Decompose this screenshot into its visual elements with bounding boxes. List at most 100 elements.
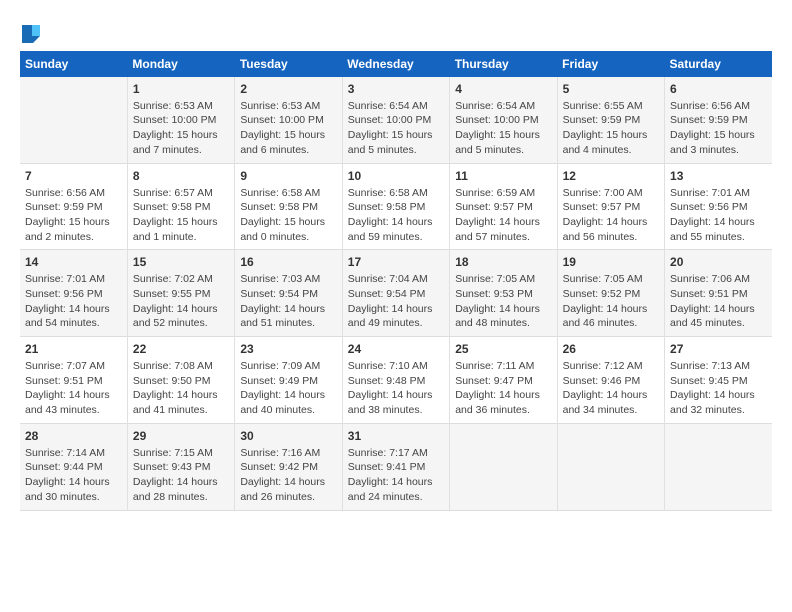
calendar-cell: 28 Sunrise: 7:14 AM Sunset: 9:44 PM Dayli… — [20, 423, 127, 510]
calendar-header-wednesday: Wednesday — [342, 51, 449, 77]
day-number: 23 — [240, 342, 336, 356]
day-info: Sunrise: 7:01 AM Sunset: 9:56 PM Dayligh… — [25, 272, 122, 331]
calendar-cell — [450, 423, 557, 510]
calendar-cell: 3 Sunrise: 6:54 AM Sunset: 10:00 PM Dayli… — [342, 77, 449, 163]
calendar-cell: 9 Sunrise: 6:58 AM Sunset: 9:58 PM Daylig… — [235, 163, 342, 250]
day-info: Sunrise: 7:14 AM Sunset: 9:44 PM Dayligh… — [25, 446, 122, 505]
day-number: 8 — [133, 169, 229, 183]
calendar-cell: 6 Sunrise: 6:56 AM Sunset: 9:59 PM Daylig… — [665, 77, 772, 163]
day-number: 10 — [348, 169, 444, 183]
day-number: 4 — [455, 82, 551, 96]
day-number: 3 — [348, 82, 444, 96]
calendar-cell: 7 Sunrise: 6:56 AM Sunset: 9:59 PM Daylig… — [20, 163, 127, 250]
day-info: Sunrise: 7:00 AM Sunset: 9:57 PM Dayligh… — [563, 186, 659, 245]
day-info: Sunrise: 7:13 AM Sunset: 9:45 PM Dayligh… — [670, 359, 767, 418]
calendar-cell: 11 Sunrise: 6:59 AM Sunset: 9:57 PM Dayli… — [450, 163, 557, 250]
day-number: 26 — [563, 342, 659, 356]
day-info: Sunrise: 7:09 AM Sunset: 9:49 PM Dayligh… — [240, 359, 336, 418]
day-info: Sunrise: 7:05 AM Sunset: 9:52 PM Dayligh… — [563, 272, 659, 331]
day-info: Sunrise: 7:01 AM Sunset: 9:56 PM Dayligh… — [670, 186, 767, 245]
calendar-header-friday: Friday — [557, 51, 664, 77]
calendar-cell: 23 Sunrise: 7:09 AM Sunset: 9:49 PM Dayli… — [235, 337, 342, 424]
day-number: 29 — [133, 429, 229, 443]
calendar-cell: 19 Sunrise: 7:05 AM Sunset: 9:52 PM Dayli… — [557, 250, 664, 337]
calendar-cell: 8 Sunrise: 6:57 AM Sunset: 9:58 PM Daylig… — [127, 163, 234, 250]
day-info: Sunrise: 7:16 AM Sunset: 9:42 PM Dayligh… — [240, 446, 336, 505]
calendar-cell: 18Sunrise: 7:05 AM Sunset: 9:53 PM Dayli… — [450, 250, 557, 337]
day-number: 12 — [563, 169, 659, 183]
calendar-cell: 14 Sunrise: 7:01 AM Sunset: 9:56 PM Dayli… — [20, 250, 127, 337]
day-info: Sunrise: 6:53 AM Sunset: 10:00 PM Daylig… — [240, 99, 336, 158]
logo — [20, 20, 40, 43]
calendar-cell: 27 Sunrise: 7:13 AM Sunset: 9:45 PM Dayli… — [665, 337, 772, 424]
day-number: 7 — [25, 169, 122, 183]
day-info: Sunrise: 6:56 AM Sunset: 9:59 PM Dayligh… — [670, 99, 767, 158]
day-number: 15 — [133, 255, 229, 269]
calendar-cell: 2 Sunrise: 6:53 AM Sunset: 10:00 PM Dayli… — [235, 77, 342, 163]
day-info: Sunrise: 6:57 AM Sunset: 9:58 PM Dayligh… — [133, 186, 229, 245]
day-info: Sunrise: 7:07 AM Sunset: 9:51 PM Dayligh… — [25, 359, 122, 418]
calendar-cell: 24 Sunrise: 7:10 AM Sunset: 9:48 PM Dayli… — [342, 337, 449, 424]
calendar-cell: 4 Sunrise: 6:54 AM Sunset: 10:00 PM Dayli… — [450, 77, 557, 163]
day-number: 11 — [455, 169, 551, 183]
calendar-header-monday: Monday — [127, 51, 234, 77]
day-number: 14 — [25, 255, 122, 269]
day-info: Sunrise: 6:56 AM Sunset: 9:59 PM Dayligh… — [25, 186, 122, 245]
day-info: Sunrise: 6:59 AM Sunset: 9:57 PM Dayligh… — [455, 186, 551, 245]
calendar-cell: 16Sunrise: 7:03 AM Sunset: 9:54 PM Dayli… — [235, 250, 342, 337]
calendar-week-row: 28 Sunrise: 7:14 AM Sunset: 9:44 PM Dayli… — [20, 423, 772, 510]
day-info: Sunrise: 7:06 AM Sunset: 9:51 PM Dayligh… — [670, 272, 767, 331]
day-number: 31 — [348, 429, 444, 443]
day-number: 28 — [25, 429, 122, 443]
calendar-cell — [665, 423, 772, 510]
day-info: Sunrise: 7:17 AM Sunset: 9:41 PM Dayligh… — [348, 446, 444, 505]
calendar-cell: 26 Sunrise: 7:12 AM Sunset: 9:46 PM Dayli… — [557, 337, 664, 424]
calendar-cell: 21Sunrise: 7:07 AM Sunset: 9:51 PM Dayli… — [20, 337, 127, 424]
calendar-cell: 13Sunrise: 7:01 AM Sunset: 9:56 PM Dayli… — [665, 163, 772, 250]
calendar-cell — [20, 77, 127, 163]
day-info: Sunrise: 7:10 AM Sunset: 9:48 PM Dayligh… — [348, 359, 444, 418]
calendar-cell: 5 Sunrise: 6:55 AM Sunset: 9:59 PM Daylig… — [557, 77, 664, 163]
calendar-cell: 17Sunrise: 7:04 AM Sunset: 9:54 PM Dayli… — [342, 250, 449, 337]
day-number: 6 — [670, 82, 767, 96]
calendar-header-sunday: Sunday — [20, 51, 127, 77]
calendar-table: SundayMondayTuesdayWednesdayThursdayFrid… — [20, 51, 772, 511]
day-number: 2 — [240, 82, 336, 96]
calendar-header-tuesday: Tuesday — [235, 51, 342, 77]
page-header — [20, 20, 772, 43]
day-info: Sunrise: 6:58 AM Sunset: 9:58 PM Dayligh… — [348, 186, 444, 245]
day-number: 24 — [348, 342, 444, 356]
day-info: Sunrise: 6:55 AM Sunset: 9:59 PM Dayligh… — [563, 99, 659, 158]
day-number: 16 — [240, 255, 336, 269]
calendar-cell: 10 Sunrise: 6:58 AM Sunset: 9:58 PM Dayli… — [342, 163, 449, 250]
day-info: Sunrise: 6:54 AM Sunset: 10:00 PM Daylig… — [348, 99, 444, 158]
calendar-cell: 12 Sunrise: 7:00 AM Sunset: 9:57 PM Dayli… — [557, 163, 664, 250]
logo-icon — [22, 25, 40, 43]
day-info: Sunrise: 7:02 AM Sunset: 9:55 PM Dayligh… — [133, 272, 229, 331]
day-info: Sunrise: 6:54 AM Sunset: 10:00 PM Daylig… — [455, 99, 551, 158]
calendar-cell: 22Sunrise: 7:08 AM Sunset: 9:50 PM Dayli… — [127, 337, 234, 424]
day-number: 19 — [563, 255, 659, 269]
day-info: Sunrise: 7:15 AM Sunset: 9:43 PM Dayligh… — [133, 446, 229, 505]
calendar-cell — [557, 423, 664, 510]
day-info: Sunrise: 7:11 AM Sunset: 9:47 PM Dayligh… — [455, 359, 551, 418]
calendar-cell: 1Sunrise: 6:53 AM Sunset: 10:00 PM Dayli… — [127, 77, 234, 163]
calendar-cell: 30 Sunrise: 7:16 AM Sunset: 9:42 PM Dayli… — [235, 423, 342, 510]
day-number: 27 — [670, 342, 767, 356]
calendar-week-row: 21Sunrise: 7:07 AM Sunset: 9:51 PM Dayli… — [20, 337, 772, 424]
day-info: Sunrise: 7:12 AM Sunset: 9:46 PM Dayligh… — [563, 359, 659, 418]
day-number: 9 — [240, 169, 336, 183]
calendar-header-saturday: Saturday — [665, 51, 772, 77]
day-number: 30 — [240, 429, 336, 443]
day-number: 22 — [133, 342, 229, 356]
calendar-week-row: 7 Sunrise: 6:56 AM Sunset: 9:59 PM Daylig… — [20, 163, 772, 250]
day-number: 5 — [563, 82, 659, 96]
day-info: Sunrise: 6:58 AM Sunset: 9:58 PM Dayligh… — [240, 186, 336, 245]
calendar-cell: 20 Sunrise: 7:06 AM Sunset: 9:51 PM Dayli… — [665, 250, 772, 337]
day-number: 20 — [670, 255, 767, 269]
day-info: Sunrise: 7:05 AM Sunset: 9:53 PM Dayligh… — [455, 272, 551, 331]
calendar-cell: 15 Sunrise: 7:02 AM Sunset: 9:55 PM Dayli… — [127, 250, 234, 337]
calendar-week-row: 14 Sunrise: 7:01 AM Sunset: 9:56 PM Dayli… — [20, 250, 772, 337]
calendar-header-thursday: Thursday — [450, 51, 557, 77]
calendar-week-row: 1Sunrise: 6:53 AM Sunset: 10:00 PM Dayli… — [20, 77, 772, 163]
